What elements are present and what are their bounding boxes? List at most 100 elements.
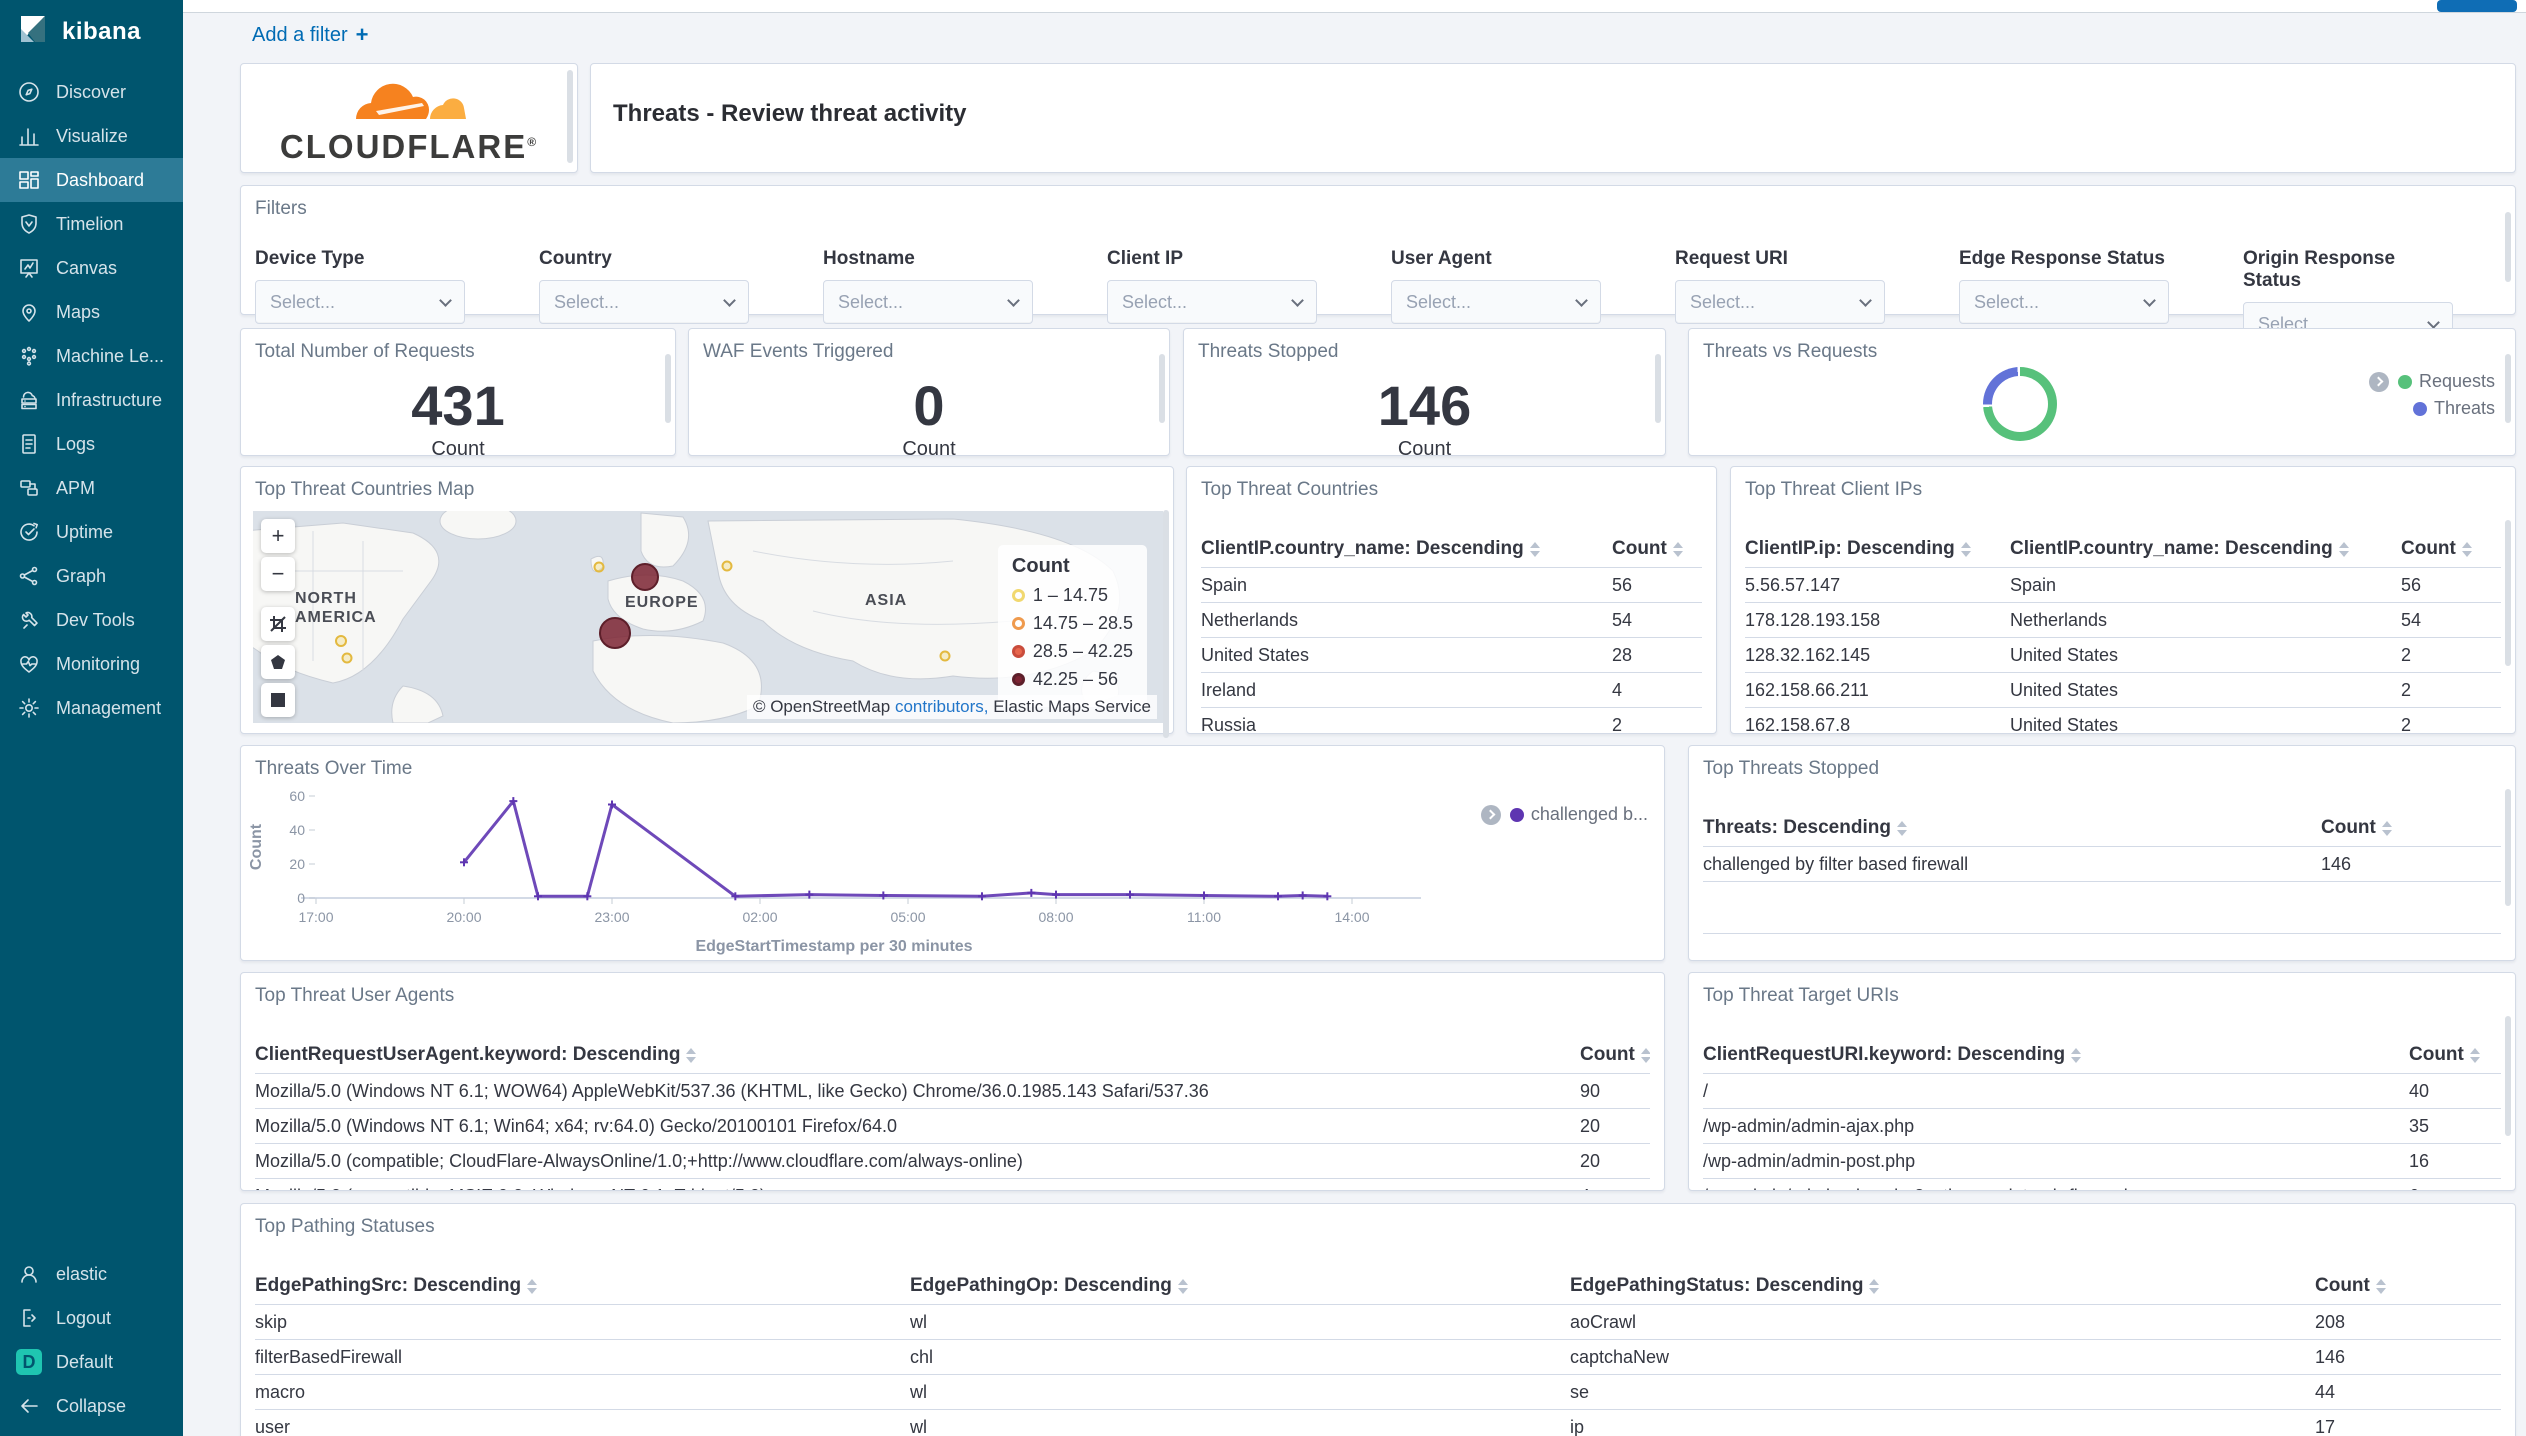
panel-scrollbar[interactable] [1159, 354, 1165, 424]
table-header-cell[interactable]: ClientRequestUserAgent.keyword: Descendi… [255, 1044, 1580, 1066]
panel-scrollbar[interactable] [567, 70, 573, 164]
sidebar-item-dev-tools[interactable]: Dev Tools [0, 598, 183, 642]
sidebar-item-maps[interactable]: Maps [0, 290, 183, 334]
sidebar-item-canvas[interactable]: Canvas [0, 246, 183, 290]
table-row[interactable]: 162.158.67.8 United States 2 [1745, 708, 2501, 734]
table-row[interactable]: Spain 56 [1201, 568, 1702, 603]
filter-select[interactable]: Select... [1675, 280, 1885, 324]
table-cell: 56 [2401, 574, 2422, 595]
table-row[interactable]: 128.32.162.145 United States 2 [1745, 638, 2501, 673]
map-zoom-out-button[interactable]: − [261, 557, 295, 591]
table-row[interactable]: Ireland 4 [1201, 673, 1702, 708]
sidebar-item-graph[interactable]: Graph [0, 554, 183, 598]
map-legend-item: 14.75 – 28.5 [1011, 613, 1133, 634]
sidebar-item-infrastructure[interactable]: Infrastructure [0, 378, 183, 422]
map-draw-rectangle-button[interactable] [261, 683, 295, 717]
panel-scrollbar[interactable] [2505, 1016, 2511, 1136]
table-header-cell[interactable]: EdgePathingOp: Descending [910, 1275, 1570, 1297]
sidebar-item-machine-learning[interactable]: Machine Le... [0, 334, 183, 378]
table-row[interactable]: Mozilla/5.0 (compatible; MSIE 9.0; Windo… [255, 1179, 1650, 1191]
table-row[interactable]: /wp-admin/admin-ajax.php 35 [1703, 1109, 2501, 1144]
panel-scrollbar[interactable] [2505, 211, 2511, 282]
map-zoom-in-button[interactable]: + [261, 519, 295, 553]
table-cell: United States [2010, 644, 2119, 665]
table-row[interactable]: 178.128.193.158 Netherlands 54 [1745, 603, 2501, 638]
filter-select[interactable]: Select... [539, 280, 749, 324]
table-header-cell[interactable]: Count [2315, 1275, 2501, 1297]
panel-scrollbar[interactable] [2505, 788, 2511, 907]
add-filter-link[interactable]: Add a filter + [252, 22, 368, 48]
table-row[interactable]: 5.56.57.147 Spain 56 [1745, 568, 2501, 603]
sidebar-item-dashboard[interactable]: Dashboard [0, 158, 183, 202]
panel-scrollbar[interactable] [1655, 354, 1661, 424]
table-row[interactable]: Mozilla/5.0 (Windows NT 6.1; WOW64) Appl… [255, 1074, 1650, 1109]
table-header-cell[interactable]: Count [2321, 817, 2501, 839]
table-cell: 2 [2401, 679, 2412, 700]
table-header-cell[interactable]: ClientIP.ip: Descending [1745, 538, 2010, 560]
table-header-cell[interactable]: ClientIP.country_name: Descending [2010, 538, 2401, 560]
sidebar-item-apm[interactable]: APM [0, 466, 183, 510]
table-header-cell[interactable]: Threats: Descending [1703, 817, 2321, 839]
panel-scrollbar[interactable] [2505, 354, 2511, 424]
table-row[interactable]: /wp-admin/admin-post.php 16 [1703, 1144, 2501, 1179]
table-header-cell[interactable]: ClientRequestURI.keyword: Descending [1703, 1044, 2409, 1066]
sidebar-item-logs[interactable]: Logs [0, 422, 183, 466]
filter-select[interactable]: Select... [1391, 280, 1601, 324]
table-header-cell[interactable]: Count [2409, 1044, 2501, 1066]
table-cell: 4 [1580, 1186, 1650, 1191]
table-row[interactable]: / 40 [1703, 1074, 2501, 1109]
table-row[interactable]: skip wl aoCrawl 208 [255, 1305, 2501, 1340]
table-header-row: ClientRequestURI.keyword: Descending Coun… [1703, 1037, 2501, 1074]
filter-select[interactable]: Select... [255, 280, 465, 324]
kibana-logo[interactable]: kibana [0, 0, 183, 63]
threats-over-time-chart[interactable]: 0 20 40 60 17:00 20:00 23:00 02:00 05:00 08:00 11:… [241, 746, 1664, 960]
filter-select[interactable]: Select... [1959, 280, 2169, 324]
table-row[interactable]: Netherlands 54 [1201, 603, 1702, 638]
svg-text:08:00: 08:00 [1038, 909, 1073, 925]
panel-scrollbar[interactable] [2505, 520, 2511, 667]
table-row[interactable]: United States 28 [1201, 638, 1702, 673]
table-row[interactable]: macro wl se 44 [255, 1375, 2501, 1410]
table-row[interactable]: Russia 2 [1201, 708, 1702, 734]
sidebar-item-monitoring[interactable]: Monitoring [0, 642, 183, 686]
table-header-cell[interactable]: EdgePathingStatus: Descending [1570, 1275, 2315, 1297]
apm-icon [16, 475, 42, 501]
sidebar-item-collapse[interactable]: Collapse [0, 1384, 183, 1428]
sidebar-item-uptime[interactable]: Uptime [0, 510, 183, 554]
sidebar-item-default-space[interactable]: D Default [0, 1340, 183, 1384]
sidebar-item-logout[interactable]: Logout [0, 1296, 183, 1340]
table-header-cell[interactable]: Count [1612, 538, 1702, 560]
table-row[interactable]: Mozilla/5.0 (Windows NT 6.1; Win64; x64;… [255, 1109, 1650, 1144]
map-draw-polygon-button[interactable] [261, 645, 295, 679]
sidebar-item-user[interactable]: elastic [0, 1252, 183, 1296]
table-header-cell[interactable]: ClientIP.country_name: Descending [1201, 538, 1612, 560]
osm-link[interactable]: contributors, [895, 697, 989, 716]
panel-scrollbar[interactable] [1163, 509, 1169, 739]
filter-select[interactable]: Select... [823, 280, 1033, 324]
sidebar-item-discover[interactable]: Discover [0, 70, 183, 114]
table-cell: captchaNew [1570, 1346, 1670, 1367]
filter-select[interactable]: Select... [1107, 280, 1317, 324]
legend-expand-icon[interactable] [1480, 804, 1501, 825]
sidebar-item-management[interactable]: Management [0, 686, 183, 730]
sidebar-item-visualize[interactable]: Visualize [0, 114, 183, 158]
panel-scrollbar[interactable] [665, 354, 671, 424]
query-bar-fragment [183, 0, 2526, 13]
update-button-fragment[interactable] [2437, 0, 2517, 12]
legend-dot [1011, 673, 1025, 686]
table-row[interactable]: user wl ip 17 [255, 1410, 2501, 1436]
table-row[interactable]: challenged by filter based firewall 146 [1703, 847, 2501, 882]
svg-text:40: 40 [289, 822, 305, 838]
table-header-cell[interactable]: Count [1580, 1044, 1650, 1066]
table-header-cell[interactable]: Count [2401, 538, 2501, 560]
table-row[interactable]: Mozilla/5.0 (compatible; CloudFlare-Alwa… [255, 1144, 1650, 1179]
table-header-cell[interactable]: EdgePathingSrc: Descending [255, 1275, 910, 1297]
threats-vs-requests-donut[interactable] [1983, 367, 2057, 441]
table-row[interactable]: filterBasedFirewall chl captchaNew 146 [255, 1340, 2501, 1375]
map-fit-bounds-button[interactable] [261, 607, 295, 641]
table-row[interactable]: /wp-admin/admin-ajax.php?action=update-z… [1703, 1179, 2501, 1191]
world-map[interactable]: NORTH AMERICA EUROPE ASIA + − Count 1 – … [253, 511, 1163, 723]
sidebar-item-timelion[interactable]: Timelion [0, 202, 183, 246]
table-row[interactable]: 162.158.66.211 United States 2 [1745, 673, 2501, 708]
legend-expand-icon[interactable] [2368, 371, 2389, 392]
